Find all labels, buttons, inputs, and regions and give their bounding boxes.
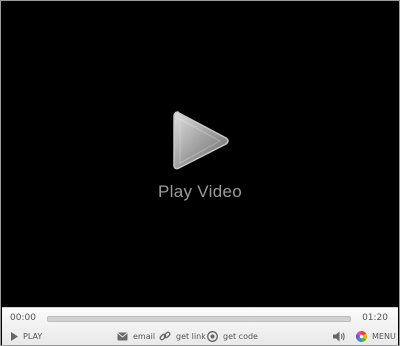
seek-bar[interactable] (47, 316, 351, 322)
get-code-button[interactable]: get code (207, 329, 258, 343)
envelope-icon (117, 332, 128, 340)
volume-button[interactable] (333, 329, 346, 343)
speaker-icon (333, 331, 345, 341)
play-video-label[interactable]: Play Video (2, 182, 398, 202)
play-triangle-icon (173, 111, 229, 170)
email-button[interactable]: email (117, 329, 155, 343)
video-stage[interactable]: Play Video (2, 2, 398, 307)
big-play-button[interactable] (170, 108, 232, 174)
play-button[interactable]: PLAY (11, 329, 42, 343)
chain-link-icon (159, 331, 171, 341)
control-bar: 00:00 01:20 PLAY email get link get code… (2, 307, 398, 345)
elapsed-time: 00:00 (10, 313, 36, 323)
menu-button[interactable]: MENU (356, 329, 396, 343)
get-link-button-label: get link (176, 331, 206, 341)
video-player: Play Video 00:00 01:20 PLAY email get li… (0, 0, 400, 346)
get-code-button-label: get code (223, 331, 258, 341)
menu-button-label: MENU (372, 331, 396, 341)
embed-code-icon (207, 330, 218, 342)
color-wheel-icon (356, 330, 367, 342)
total-time: 01:20 (362, 313, 388, 323)
play-icon (11, 331, 18, 341)
play-button-label: PLAY (23, 331, 43, 341)
email-button-label: email (133, 331, 156, 341)
get-link-button[interactable]: get link (159, 329, 206, 343)
